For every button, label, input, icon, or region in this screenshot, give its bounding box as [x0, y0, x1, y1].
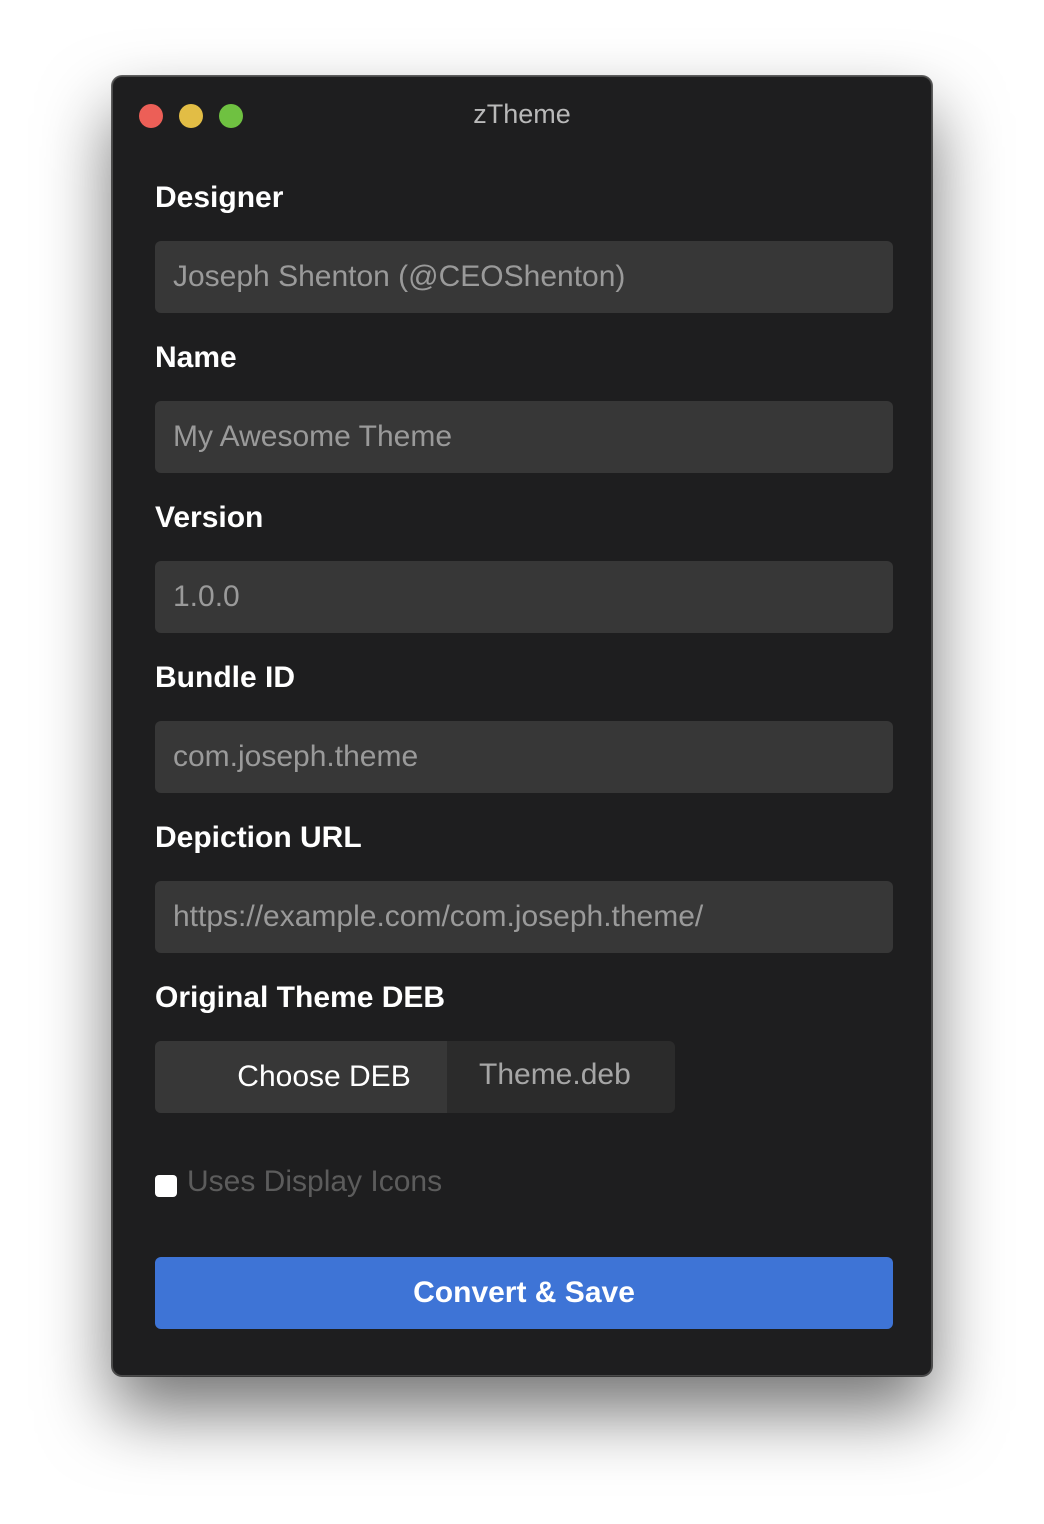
- bundle-id-input[interactable]: [155, 721, 893, 793]
- bundle-id-label: Bundle ID: [155, 661, 295, 694]
- designer-label: Designer: [155, 181, 284, 214]
- title-bar[interactable]: zTheme: [113, 77, 931, 153]
- name-label: Name: [155, 341, 237, 374]
- display-icons-label[interactable]: Uses Display Icons: [187, 1165, 442, 1199]
- display-icons-checkbox[interactable]: [155, 1175, 177, 1197]
- window-title: zTheme: [473, 99, 571, 129]
- name-input[interactable]: [155, 401, 893, 473]
- deb-file-picker: Choose DEB Theme.deb: [155, 1041, 675, 1113]
- version-label: Version: [155, 501, 264, 534]
- selected-file-name: Theme.deb: [479, 1058, 631, 1091]
- convert-save-button[interactable]: Convert & Save: [155, 1257, 893, 1329]
- choose-deb-button[interactable]: Choose DEB: [155, 1041, 447, 1113]
- version-input[interactable]: [155, 561, 893, 633]
- designer-input[interactable]: [155, 241, 893, 313]
- depiction-url-input[interactable]: [155, 881, 893, 953]
- app-window: zTheme Designer Name Version Bundle ID D…: [112, 76, 932, 1376]
- depiction-url-label: Depiction URL: [155, 821, 362, 854]
- original-deb-label: Original Theme DEB: [155, 981, 446, 1014]
